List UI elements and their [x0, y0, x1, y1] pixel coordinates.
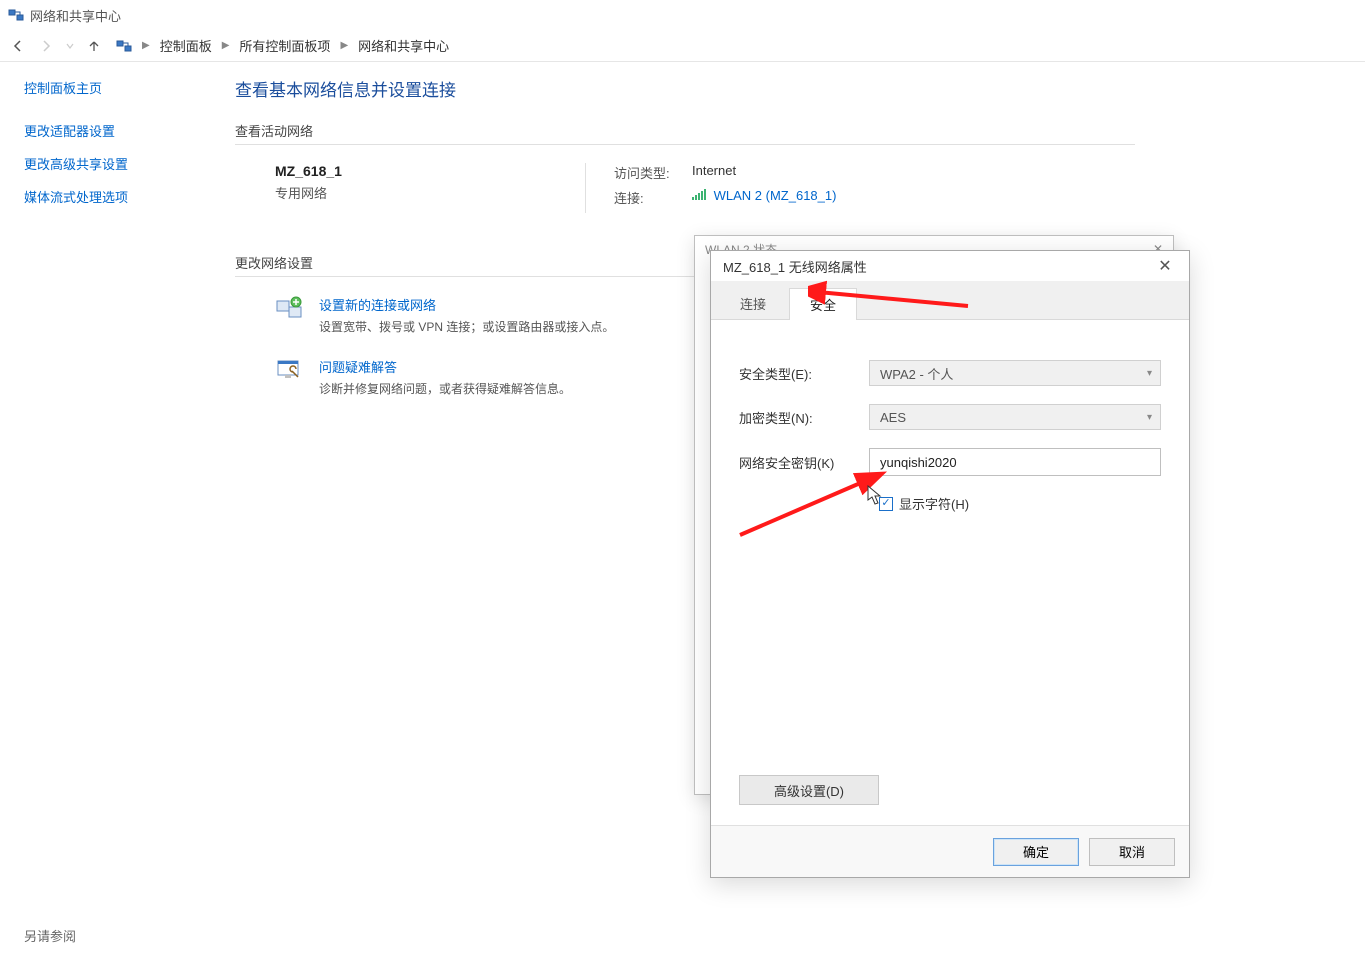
cancel-button[interactable]: 取消 [1089, 838, 1175, 866]
tab-security[interactable]: 安全 [789, 288, 857, 320]
breadcrumb: ▶ 控制面板 ▶ 所有控制面板项 ▶ 网络和共享中心 [140, 34, 453, 57]
sidebar: 控制面板主页 更改适配器设置 更改高级共享设置 媒体流式处理选项 [0, 62, 215, 963]
chevron-right-icon: ▶ [220, 40, 232, 51]
chevron-down-icon: ▾ [1147, 368, 1152, 379]
security-key-label: 网络安全密钥(K) [739, 453, 869, 472]
navbar: ▶ 控制面板 ▶ 所有控制面板项 ▶ 网络和共享中心 [0, 30, 1365, 62]
network-share-icon [8, 7, 24, 23]
chevron-right-icon: ▶ [140, 40, 152, 51]
tab-connection[interactable]: 连接 [719, 287, 787, 319]
dialog-titlebar: MZ_618_1 无线网络属性 ✕ [711, 251, 1189, 281]
crumb-all-items[interactable]: 所有控制面板项 [235, 34, 334, 57]
dialog-wireless-properties: MZ_618_1 无线网络属性 ✕ 连接 安全 安全类型(E): WPA2 - … [710, 250, 1190, 878]
connection-link[interactable]: WLAN 2 (MZ_618_1) [714, 188, 837, 203]
encryption-type-value: AES [880, 410, 906, 425]
dialog-title: MZ_618_1 无线网络属性 [723, 257, 867, 276]
network-type: 专用网络 [275, 183, 585, 202]
forward-button[interactable] [36, 36, 56, 56]
see-also-label: 另请参阅 [24, 926, 76, 945]
encryption-type-label: 加密类型(N): [739, 408, 869, 427]
window-title: 网络和共享中心 [30, 6, 121, 25]
crumb-network-center[interactable]: 网络和共享中心 [354, 34, 453, 57]
security-key-input[interactable] [869, 448, 1161, 476]
show-characters-row[interactable]: ✓ 显示字符(H) [879, 494, 1161, 513]
access-type-value: Internet [692, 163, 736, 182]
task-troubleshoot-desc: 诊断并修复网络问题，或者获得疑难解答信息。 [319, 380, 571, 397]
active-network-block: MZ_618_1 专用网络 访问类型: Internet 连接: [235, 163, 1345, 213]
show-characters-checkbox[interactable]: ✓ [879, 497, 893, 511]
sidebar-home-link[interactable]: 控制面板主页 [24, 78, 199, 97]
titlebar: 网络和共享中心 [0, 0, 1365, 30]
dialog-body: 安全类型(E): WPA2 - 个人 ▾ 加密类型(N): AES ▾ 网络安全… [711, 320, 1189, 825]
connection-label: 连接: [614, 188, 674, 207]
security-type-label: 安全类型(E): [739, 364, 869, 383]
breadcrumb-icon [116, 38, 132, 54]
task-troubleshoot-title[interactable]: 问题疑难解答 [319, 357, 571, 376]
sidebar-link-media[interactable]: 媒体流式处理选项 [24, 187, 199, 206]
sidebar-link-adapter[interactable]: 更改适配器设置 [24, 121, 199, 140]
task-new-connection-title[interactable]: 设置新的连接或网络 [319, 295, 614, 314]
advanced-settings-button[interactable]: 高级设置(D) [739, 775, 879, 805]
crumb-control-panel[interactable]: 控制面板 [156, 34, 216, 57]
dialog-footer: 确定 取消 [711, 825, 1189, 877]
troubleshoot-icon [275, 357, 303, 385]
close-button[interactable]: ✕ [1149, 254, 1181, 278]
new-connection-icon [275, 295, 303, 323]
chevron-down-icon: ▾ [1147, 412, 1152, 423]
page-title: 查看基本网络信息并设置连接 [235, 76, 1345, 101]
network-name: MZ_618_1 [275, 163, 585, 179]
up-button[interactable] [84, 36, 104, 56]
task-new-connection-desc: 设置宽带、拨号或 VPN 连接；或设置路由器或接入点。 [319, 318, 614, 335]
security-type-combo[interactable]: WPA2 - 个人 ▾ [869, 360, 1161, 386]
sidebar-link-sharing[interactable]: 更改高级共享设置 [24, 154, 199, 173]
ok-button[interactable]: 确定 [993, 838, 1079, 866]
encryption-type-combo[interactable]: AES ▾ [869, 404, 1161, 430]
access-type-label: 访问类型: [614, 163, 674, 182]
recent-dropdown[interactable] [64, 36, 76, 56]
show-characters-label: 显示字符(H) [899, 494, 969, 513]
tabstrip: 连接 安全 [711, 281, 1189, 320]
chevron-right-icon: ▶ [338, 40, 350, 51]
active-networks-header: 查看活动网络 [235, 121, 1135, 145]
back-button[interactable] [8, 36, 28, 56]
security-type-value: WPA2 - 个人 [880, 364, 953, 383]
wifi-signal-icon [692, 189, 706, 201]
